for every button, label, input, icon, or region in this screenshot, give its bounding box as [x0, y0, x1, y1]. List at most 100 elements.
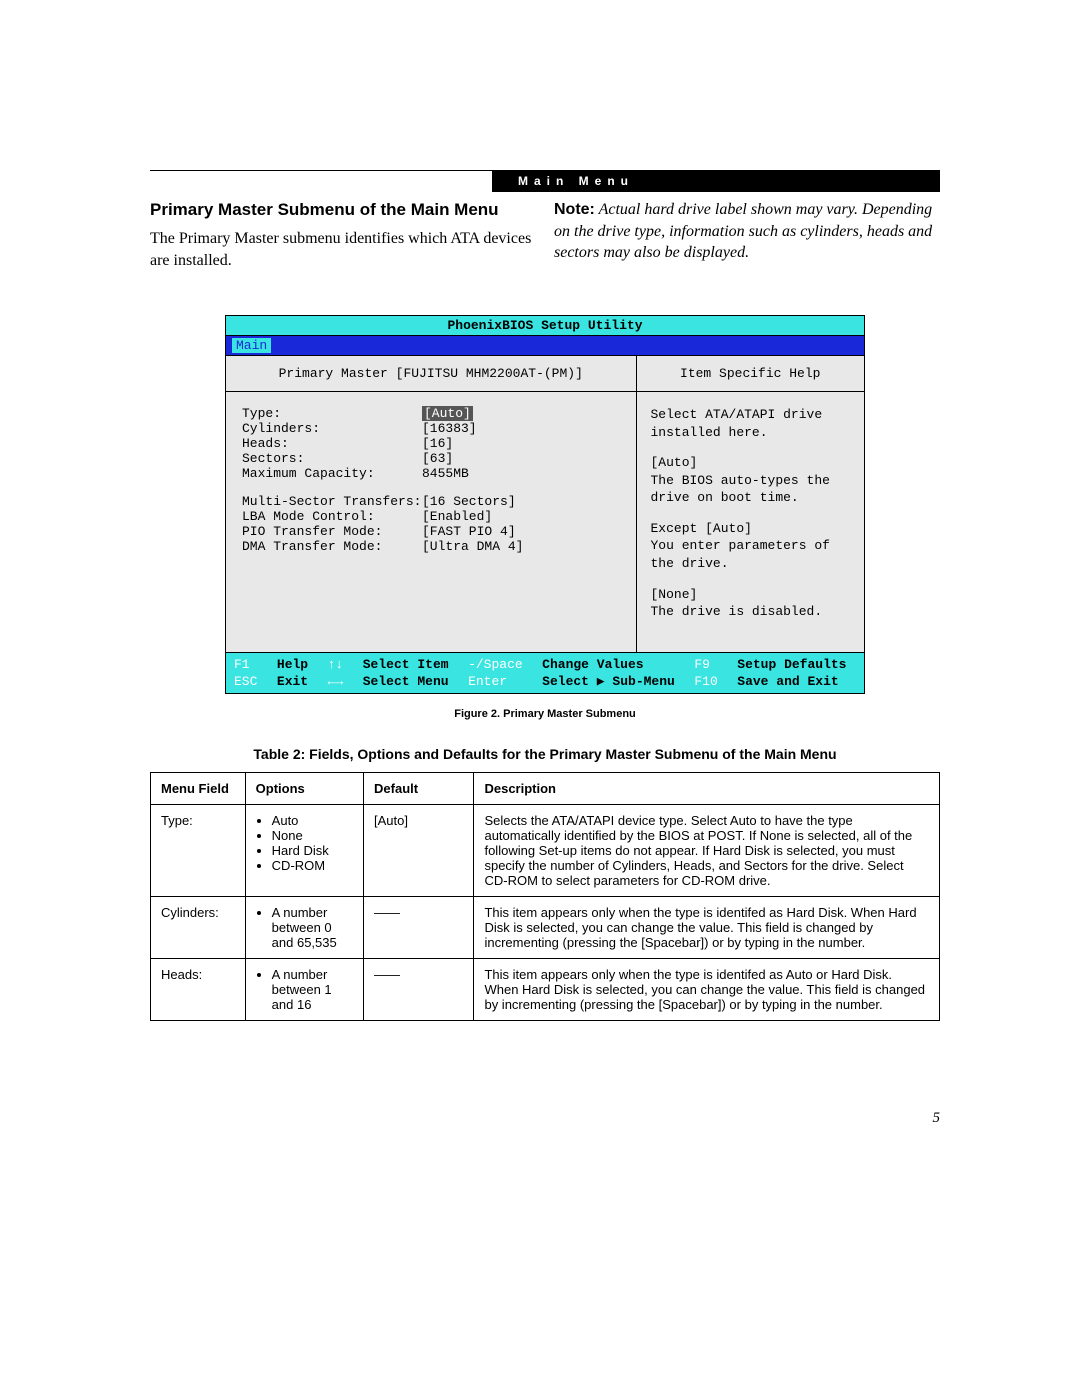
bios-footer-label: Save and Exit — [737, 674, 856, 689]
bios-field-value: [63] — [422, 451, 453, 466]
bios-footer-key: ESC — [234, 674, 267, 689]
bios-field-value: [Enabled] — [422, 509, 492, 524]
cell-description: This item appears only when the type is … — [474, 959, 940, 1021]
note-paragraph: Note: Actual hard drive label shown may … — [554, 199, 940, 264]
bios-title: PhoenixBIOS Setup Utility — [226, 316, 864, 336]
bios-window: PhoenixBIOS Setup Utility Main Primary M… — [225, 315, 865, 694]
option-item: A number between 1 and 16 — [272, 967, 353, 1012]
bios-field-row: Heads:[16] — [242, 436, 620, 451]
bios-field-label: Sectors: — [242, 451, 422, 466]
bios-field-label: LBA Mode Control: — [242, 509, 422, 524]
bios-footer-key: ↑↓ — [328, 657, 353, 672]
bios-field-value: 8455MB — [422, 466, 469, 481]
bios-field-row: Maximum Capacity:8455MB — [242, 466, 620, 481]
table-header-cell: Options — [245, 773, 363, 805]
option-item: CD-ROM — [272, 858, 353, 873]
bios-footer-key: F10 — [694, 674, 727, 689]
bios-field-value: [Ultra DMA 4] — [422, 539, 523, 554]
table-header-cell: Menu Field — [151, 773, 246, 805]
table-header-cell: Default — [364, 773, 474, 805]
bios-left-header: Primary Master [FUJITSU MHM2200AT-(PM)] — [226, 356, 636, 392]
cell-field: Type: — [151, 805, 246, 897]
bios-footer-key: F9 — [694, 657, 727, 672]
bios-field-row: LBA Mode Control:[Enabled] — [242, 509, 620, 524]
bios-body: Primary Master [FUJITSU MHM2200AT-(PM)] … — [226, 356, 864, 653]
table-header-cell: Description — [474, 773, 940, 805]
cell-description: This item appears only when the type is … — [474, 897, 940, 959]
bios-menubar: Main — [226, 336, 864, 356]
bios-tab-main[interactable]: Main — [232, 338, 271, 353]
bios-footer-key: ←→ — [328, 674, 353, 689]
section-header-bar: Main Menu — [492, 170, 940, 192]
bios-footer-key: Enter — [468, 674, 532, 689]
bios-help-paragraph: [None]The drive is disabled. — [651, 586, 851, 621]
bios-field-label: Type: — [242, 406, 422, 421]
cell-default: [Auto] — [364, 805, 474, 897]
bios-footer-label: Change Values — [542, 657, 684, 672]
bios-footer-key: -/Space — [468, 657, 532, 672]
cell-description: Selects the ATA/ATAPI device type. Selec… — [474, 805, 940, 897]
bios-right-header: Item Specific Help — [637, 356, 865, 392]
bios-field-value: [16 Sectors] — [422, 494, 516, 509]
bios-field-label: DMA Transfer Mode: — [242, 539, 422, 554]
bios-footer-label: Help — [277, 657, 318, 672]
bios-footer-label: Select Menu — [363, 674, 458, 689]
bios-field-value[interactable]: [Auto] — [422, 406, 473, 421]
option-item: Hard Disk — [272, 843, 353, 858]
bios-field-row: Multi-Sector Transfers:[16 Sectors] — [242, 494, 620, 509]
table-row: Cylinders: A number between 0 and 65,535—… — [151, 897, 940, 959]
cell-field: Heads: — [151, 959, 246, 1021]
note-label: Note: — [554, 201, 595, 218]
bios-field-row: Cylinders:[16383] — [242, 421, 620, 436]
bios-fields: Type:[Auto]Cylinders:[16383]Heads:[16]Se… — [226, 392, 636, 652]
bios-help-paragraph: Select ATA/ATAPI drive installed here. — [651, 406, 851, 441]
option-item: Auto — [272, 813, 353, 828]
bios-footer-label: Select ▶ Sub-Menu — [542, 674, 684, 689]
table-header-row: Menu FieldOptionsDefaultDescription — [151, 773, 940, 805]
two-column-intro: Primary Master Submenu of the Main Menu … — [150, 199, 940, 271]
bios-field-value: [16383] — [422, 421, 477, 436]
cell-options: A number between 0 and 65,535 — [245, 897, 363, 959]
bios-field-row: DMA Transfer Mode:[Ultra DMA 4] — [242, 539, 620, 554]
bios-footer: F1 Help ↑↓ Select Item -/Space Change Values F… — [226, 653, 864, 693]
intro-paragraph: The Primary Master submenu identifies wh… — [150, 228, 536, 271]
bios-field-row: Sectors:[63] — [242, 451, 620, 466]
cell-default: —— — [364, 959, 474, 1021]
note-text: Actual hard drive label shown may vary. … — [554, 201, 932, 261]
table-row: Type:AutoNoneHard DiskCD-ROM[Auto]Select… — [151, 805, 940, 897]
bios-field-label: Heads: — [242, 436, 422, 451]
bios-footer-label: Exit — [277, 674, 318, 689]
page-number: 5 — [933, 1110, 941, 1127]
bios-help-paragraph: [Auto]The BIOS auto-types the drive on b… — [651, 454, 851, 507]
bios-help-paragraph: Except [Auto]You enter parameters of the… — [651, 520, 851, 573]
table-row: Heads: A number between 1 and 16——This it… — [151, 959, 940, 1021]
cell-options: AutoNoneHard DiskCD-ROM — [245, 805, 363, 897]
bios-field-value: [16] — [422, 436, 453, 451]
bios-figure: PhoenixBIOS Setup Utility Main Primary M… — [225, 315, 865, 720]
bios-field-label: Maximum Capacity: — [242, 466, 422, 481]
page: Main Menu Primary Master Submenu of the … — [0, 0, 1080, 1397]
bios-left-pane: Primary Master [FUJITSU MHM2200AT-(PM)] … — [226, 356, 637, 652]
option-item: None — [272, 828, 353, 843]
bios-help-text: Select ATA/ATAPI drive installed here. [A… — [637, 392, 865, 647]
bios-field-label: Multi-Sector Transfers: — [242, 494, 422, 509]
bios-footer-key: F1 — [234, 657, 267, 672]
bios-field-label: Cylinders: — [242, 421, 422, 436]
bios-footer-label: Select Item — [363, 657, 458, 672]
bios-help-pane: Item Specific Help Select ATA/ATAPI driv… — [637, 356, 865, 652]
option-item: A number between 0 and 65,535 — [272, 905, 353, 950]
bios-field-row: PIO Transfer Mode:[FAST PIO 4] — [242, 524, 620, 539]
bios-field-row: Type:[Auto] — [242, 406, 620, 421]
bios-field-value: [FAST PIO 4] — [422, 524, 516, 539]
left-column: Primary Master Submenu of the Main Menu … — [150, 199, 536, 271]
right-column: Note: Actual hard drive label shown may … — [554, 199, 940, 271]
cell-field: Cylinders: — [151, 897, 246, 959]
bios-field-label: PIO Transfer Mode: — [242, 524, 422, 539]
bios-footer-label: Setup Defaults — [737, 657, 856, 672]
section-heading: Primary Master Submenu of the Main Menu — [150, 199, 536, 222]
spec-table: Menu FieldOptionsDefaultDescription Type… — [150, 772, 940, 1021]
cell-default: —— — [364, 897, 474, 959]
cell-options: A number between 1 and 16 — [245, 959, 363, 1021]
figure-caption: Figure 2. Primary Master Submenu — [225, 708, 865, 720]
table-title: Table 2: Fields, Options and Defaults fo… — [150, 746, 940, 762]
